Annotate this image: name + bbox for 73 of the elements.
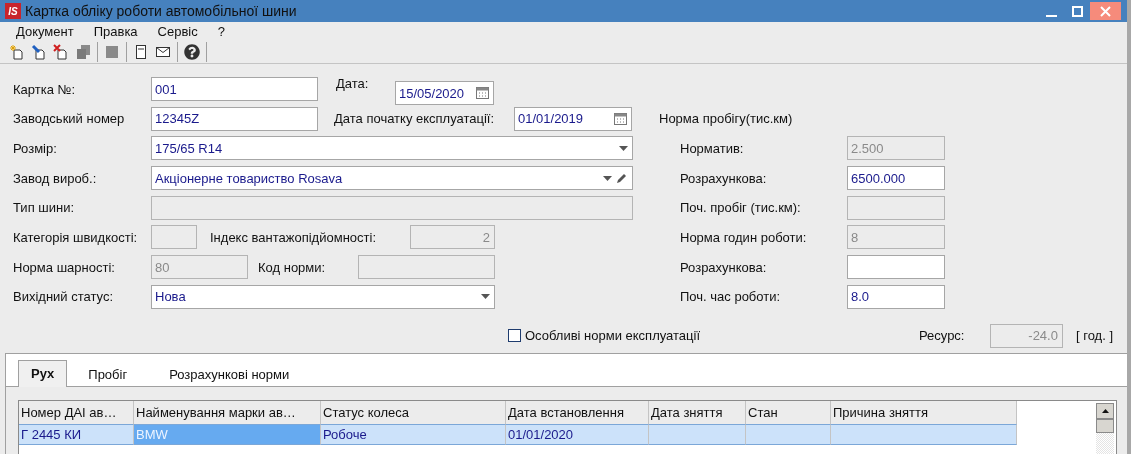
calendar-icon [476,87,489,99]
norm-label: Поч. час роботи: [680,289,782,305]
dropdown-caret-icon [481,294,490,300]
norm-label: Норма годин роботи: [680,229,808,245]
tab[interactable]: Рух [18,359,68,387]
calendar-icon [614,112,627,125]
menu-item[interactable]: Сервіс [157,23,198,39]
scroll-up-button[interactable] [1096,402,1114,419]
edit-document-icon [31,43,47,60]
norm-label: Норматив: [680,140,745,156]
dropdown-caret-icon [603,175,612,181]
menu-item[interactable]: Правка [93,23,138,39]
field-label: Норма шарності: [13,259,116,275]
close-icon [1100,5,1111,17]
size-dropdown[interactable]: 175/65 R14 [151,136,633,161]
field-label: Заводський номер [13,111,126,127]
menu-item[interactable]: ? [217,23,225,39]
field-label: Дата: [336,76,370,91]
save-icon [104,43,120,60]
norm-field[interactable] [847,255,945,280]
column-header[interactable]: Стан [746,400,831,425]
help-icon [184,43,200,60]
status-dropdown[interactable]: Нова [151,284,495,309]
section-heading: Норма пробігу(тис.км) [659,111,793,127]
manufacturer-dropdown[interactable]: Акціонерне товариство Rosava [151,166,633,191]
minimize-icon [1045,14,1057,17]
tab[interactable]: Пробіг [67,361,149,386]
window-title: Картка обліку роботи автомобільної шини [25,3,297,19]
norm-label: Розрахункова: [680,170,768,186]
column-header[interactable]: Причина зняття [831,400,1017,425]
field-label: Завод вироб.: [13,170,98,186]
field-label: Категорія швидкості: [13,229,139,245]
start-date-field[interactable]: 01/01/2019 [514,106,632,131]
table-cell: Г 2445 КИ [19,424,134,445]
table-cell: Робоче [321,424,506,445]
checkbox[interactable] [508,329,521,343]
field-label: Тип шини: [13,200,76,216]
norm-field[interactable]: 6500.000 [847,166,945,191]
copy-icon [75,43,91,60]
table-cell: 01/01/2020 [506,424,649,445]
toolbar-button[interactable] [181,41,203,62]
serial-number-field[interactable]: 12345Z [151,106,318,131]
up-arrow-icon [1101,408,1109,413]
delete-document-icon [53,43,69,60]
field-label: Картка №: [13,81,77,97]
field-label: Ресурс: [918,328,966,344]
document-icon [133,43,149,60]
norm-label: Поч. пробіг (тис.км): [680,200,802,216]
table-cell: BMW [134,424,321,445]
field-label: Розмір: [13,140,58,156]
field-label: Вихідний статус: [13,289,115,305]
column-header[interactable]: Статус колеса [321,400,506,425]
field-label: Дата початку експлуатації: [334,111,496,127]
menu-item[interactable]: Документ [16,23,74,39]
column-header[interactable]: Дата зняття [649,400,746,425]
app-logo: IS [5,3,21,19]
column-header[interactable]: Найменування марки ав… [134,400,321,425]
date-field[interactable]: 15/05/2020 [395,81,494,105]
column-header[interactable]: Номер ДАІ ав… [19,400,134,425]
field-label: Індекс вантажопідйомності: [210,229,377,245]
column-header[interactable]: Дата встановлення [506,400,649,425]
close-button[interactable] [1090,2,1121,20]
field-label: Код норми: [258,259,327,275]
unit-label: [ год. ] [1075,328,1113,344]
norm-label: Розрахункова: [680,259,768,275]
pencil-icon [616,172,628,185]
new-document-icon [9,43,25,60]
card-number-field[interactable]: 001 [151,77,318,101]
checkbox-label: Особливі норми експлуатації [525,328,701,344]
norm-field[interactable]: 8.0 [847,284,945,309]
dropdown-caret-icon [619,145,628,151]
tab[interactable]: Розрахункові норми [148,361,311,386]
maximize-icon [1071,5,1083,17]
